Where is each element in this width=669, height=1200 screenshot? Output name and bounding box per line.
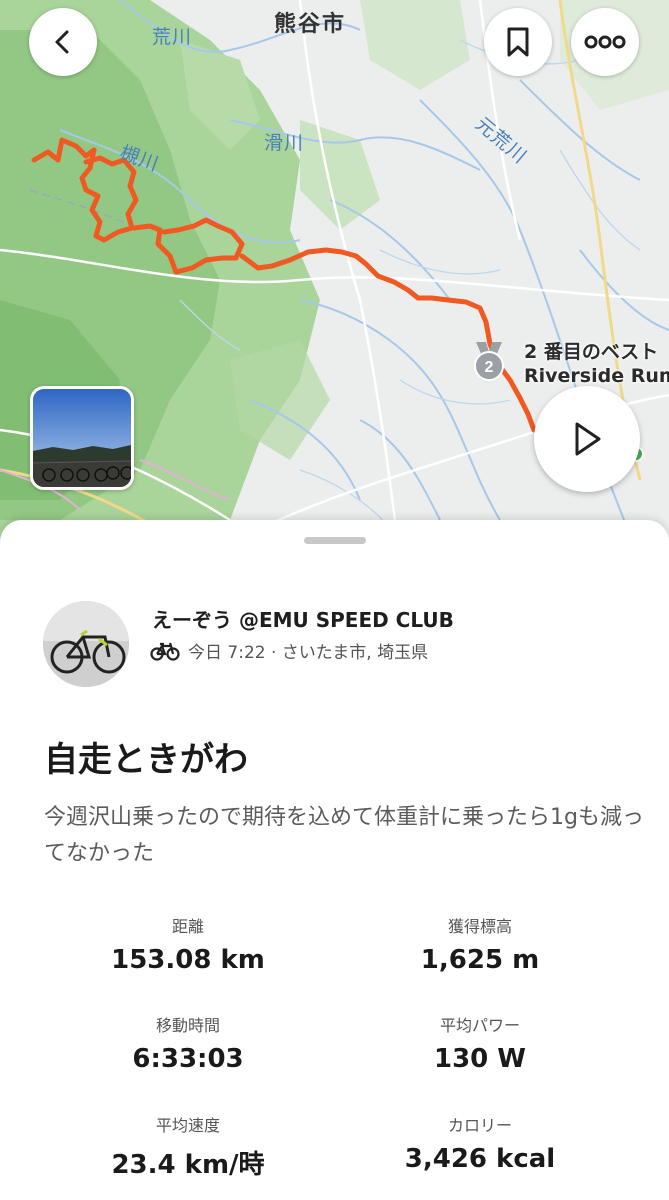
activity-meta: 今日 7:22 · さいたま市, 埼玉県 [150,638,428,663]
map-river-label: 荒川 [152,26,193,48]
segment-rank-text: 2 番目のベスト [524,341,659,363]
stat-label: カロリー [447,1116,512,1135]
stat-value: 1,625 m [420,945,540,975]
activity-photo-thumbnail[interactable] [30,386,134,490]
activity-time-location: 今日 7:22 · さいたま市, 埼玉県 [188,643,429,663]
photo-image [33,389,131,487]
activity-title: 自走ときがわ [44,740,248,780]
activity-description: 今週沢山乗ったので期待を込めて体重計に乗ったら1gも減ってなかった [44,805,644,866]
stat-value: 6:33:03 [132,1044,244,1074]
stat-avg-speed: 平均速度 23.4 km/時 [38,1112,338,1181]
stat-calories: カロリー 3,426 kcal [330,1112,630,1174]
stat-label: 獲得標高 [447,917,512,936]
stat-distance: 距離 153.08 km [38,913,338,975]
map-river-label: 滑川 [264,132,305,154]
stat-value: 153.08 km [111,945,265,975]
svg-text:2: 2 [485,359,494,376]
stat-value: 130 W [433,1044,526,1074]
stat-value: 23.4 km/時 [111,1150,265,1180]
athlete-name[interactable]: えーぞう @EMU SPEED CLUB [152,604,454,633]
map-city-label: 熊谷市 [274,12,347,37]
activity-details-sheet[interactable]: えーぞう @EMU SPEED CLUB 今日 7:22 · さいたま市, 埼玉… [0,520,669,1200]
stat-label: 距離 [171,917,204,936]
segment-name: Riverside Rumb [524,365,669,387]
play-icon [575,422,601,456]
save-button[interactable] [484,8,552,76]
segment-label[interactable]: 2 番目のベスト Riverside Rumb [524,340,669,388]
more-button[interactable] [571,8,639,76]
play-flyby-button[interactable] [534,386,640,492]
more-horizontal-icon [584,35,626,49]
stat-label: 移動時間 [155,1016,220,1035]
sheet-drag-handle[interactable] [304,537,366,544]
bike-icon [150,642,180,661]
stat-label: 平均速度 [155,1116,220,1135]
route-map[interactable]: 熊谷市 荒川 滑川 元荒川 槻川 2 2 番目のベスト Riverside Ru… [0,0,669,560]
chevron-left-icon [55,30,69,54]
back-button[interactable] [29,8,97,76]
segment-medal-icon[interactable]: 2 [466,338,512,388]
stat-avg-power: 平均パワー 130 W [330,1012,630,1074]
stat-value: 3,426 kcal [404,1144,556,1174]
stat-moving-time: 移動時間 6:33:03 [38,1012,338,1074]
bookmark-icon [507,27,529,57]
stat-elevation-gain: 獲得標高 1,625 m [330,913,630,975]
avatar-image [43,601,129,687]
stat-label: 平均パワー [439,1016,520,1035]
avatar[interactable] [43,601,129,687]
